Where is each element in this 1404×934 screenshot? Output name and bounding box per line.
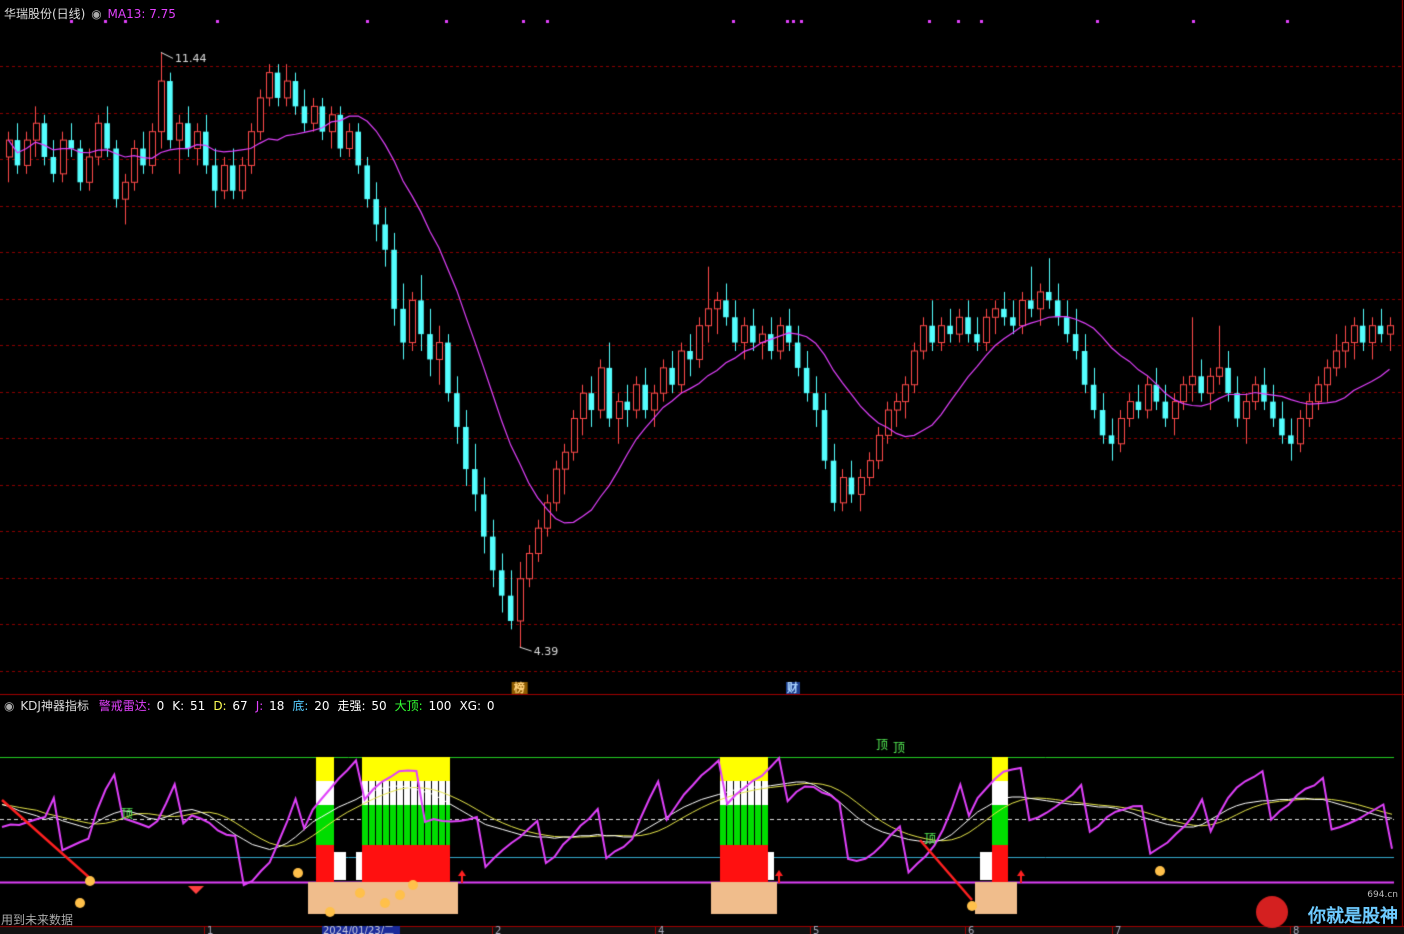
- indicator-item-value: 51: [186, 699, 206, 713]
- indicator-header: ◉ KDJ神器指标 警戒雷达: 0 K: 51 D: 67 J: 18 底: 20 走强:…: [4, 697, 500, 714]
- indicator-item: D: 67: [213, 699, 249, 713]
- indicator-item-value: 67: [228, 699, 248, 713]
- indicator-item: 大顶: 100: [395, 699, 454, 713]
- indicator-item-label: 警戒雷达:: [98, 699, 151, 713]
- collapse-icon[interactable]: ◉: [4, 699, 14, 713]
- indicator-item: J: 18: [256, 699, 287, 713]
- indicator-item-label: 底:: [292, 699, 309, 713]
- future-data-note: 用到未来数据: [1, 913, 74, 927]
- indicator-item-label: D:: [213, 699, 227, 713]
- indicator-item-label: 大顶:: [394, 699, 423, 713]
- indicator-name: KDJ神器指标: [20, 699, 89, 713]
- watermark: 694.cn 你就是股神: [1308, 890, 1398, 928]
- indicator-item-value: 0: [152, 699, 165, 713]
- indicator-item-value: 0: [483, 699, 495, 713]
- indicator-item: XG: 0: [459, 699, 496, 713]
- indicator-item: 走强: 50: [338, 699, 389, 713]
- stock-chart-canvas[interactable]: [0, 0, 1404, 934]
- indicator-item: 警戒雷达: 0: [99, 699, 167, 713]
- ma-label: MA13: 7.75: [107, 7, 176, 21]
- indicator-item: K: 51: [172, 699, 207, 713]
- indicator-item-value: 20: [310, 699, 330, 713]
- watermark-text: 你就是股神: [1308, 906, 1398, 927]
- indicator-values: 警戒雷达: 0 K: 51 D: 67 J: 18 底: 20 走强: 50 大顶: 100…: [95, 699, 499, 713]
- indicator-item-label: J:: [255, 699, 264, 713]
- watermark-site: 694.cn: [1367, 890, 1398, 900]
- stock-title: 华瑞股份(日线): [4, 7, 86, 21]
- indicator-item-value: 50: [367, 699, 387, 713]
- indicator-item-label: 走强:: [337, 699, 366, 713]
- indicator-item-value: 18: [265, 699, 285, 713]
- indicator-item-label: K:: [172, 699, 185, 713]
- indicator-item-value: 100: [424, 699, 452, 713]
- collapse-icon[interactable]: ◉: [91, 7, 101, 21]
- indicator-item: 底: 20: [292, 699, 331, 713]
- indicator-item-label: XG:: [459, 699, 481, 713]
- main-header: 华瑞股份(日线) ◉ MA13: 7.75: [4, 5, 178, 22]
